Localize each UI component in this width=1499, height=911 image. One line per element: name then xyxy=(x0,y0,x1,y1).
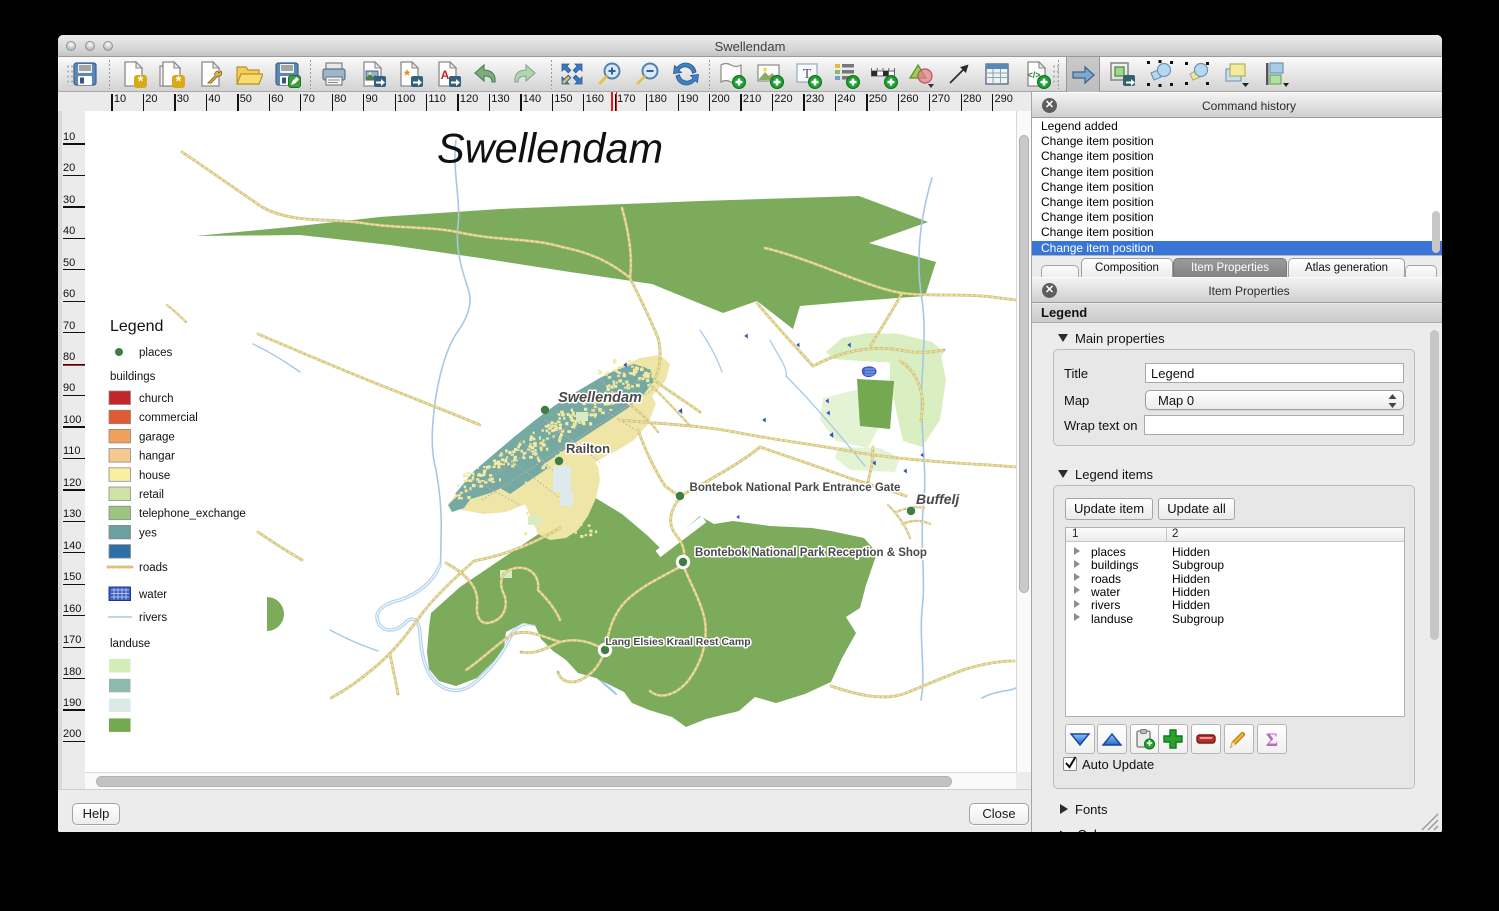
svg-text:house: house xyxy=(139,470,170,482)
svg-text:places: places xyxy=(139,347,172,359)
svg-text:roads: roads xyxy=(139,562,168,574)
svg-text:Legend: Legend xyxy=(110,318,163,335)
svg-text:water: water xyxy=(138,589,167,601)
svg-text:landuse: landuse xyxy=(110,638,150,650)
svg-text:*: * xyxy=(404,67,410,84)
svg-text:yes: yes xyxy=(139,527,157,539)
svg-text:A: A xyxy=(441,68,450,82)
svg-text:garage: garage xyxy=(139,431,175,443)
svg-text:Bontebok National Park Entranc: Bontebok National Park Entrance Gate xyxy=(690,482,901,494)
svg-text:Bontebok National Park Recepti: Bontebok National Park Reception & Shop xyxy=(695,547,927,559)
svg-text:*: * xyxy=(176,73,182,89)
svg-text:Swellendam: Swellendam xyxy=(558,390,642,406)
svg-text:Swellendam: Swellendam xyxy=(437,125,663,172)
svg-text:commercial: commercial xyxy=(139,412,198,424)
svg-text:telephone_exchange: telephone_exchange xyxy=(139,508,246,520)
svg-text:rivers: rivers xyxy=(139,612,167,624)
svg-text:Railton: Railton xyxy=(566,441,610,456)
svg-text:Lang Elsies Kraal Rest Camp: Lang Elsies Kraal Rest Camp xyxy=(605,636,750,648)
svg-text:retail: retail xyxy=(139,489,164,501)
svg-text:hangar: hangar xyxy=(139,451,175,463)
svg-text:Σ: Σ xyxy=(1266,730,1278,751)
svg-text:buildings: buildings xyxy=(110,371,156,383)
svg-text:Buffelj: Buffelj xyxy=(916,491,960,507)
svg-text:church: church xyxy=(139,393,174,405)
svg-text:*: * xyxy=(138,73,144,89)
